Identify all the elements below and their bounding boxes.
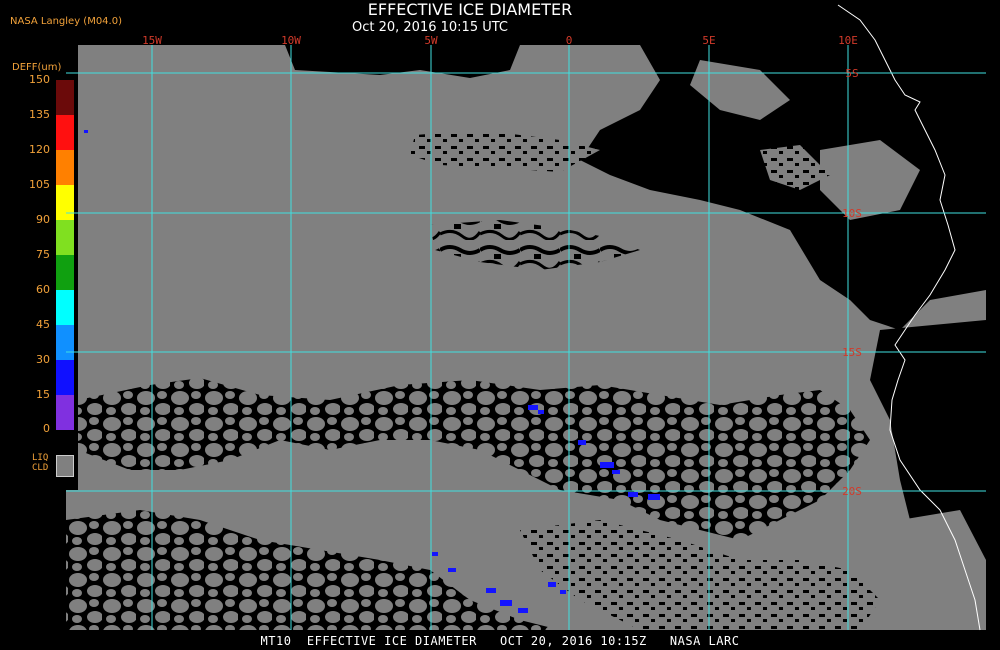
longitude-label: 0	[566, 34, 573, 47]
latitude-label: 20S	[842, 485, 862, 498]
satellite-map: 15W 10W 5W 0 5E 10E 5S 10S 15S 20S	[66, 4, 986, 631]
latitude-label: 10S	[842, 207, 862, 220]
longitude-label: 5W	[424, 34, 438, 47]
longitude-label: 5E	[702, 34, 715, 47]
longitude-label: 10E	[838, 34, 858, 47]
longitude-label: 15W	[142, 34, 162, 47]
latitude-label: 5S	[845, 67, 858, 80]
latitude-label: 15S	[842, 346, 862, 359]
footer-caption: MT10 EFFECTIVE ICE DIAMETER OCT 20, 2016…	[260, 634, 740, 648]
longitude-label: 10W	[281, 34, 301, 47]
